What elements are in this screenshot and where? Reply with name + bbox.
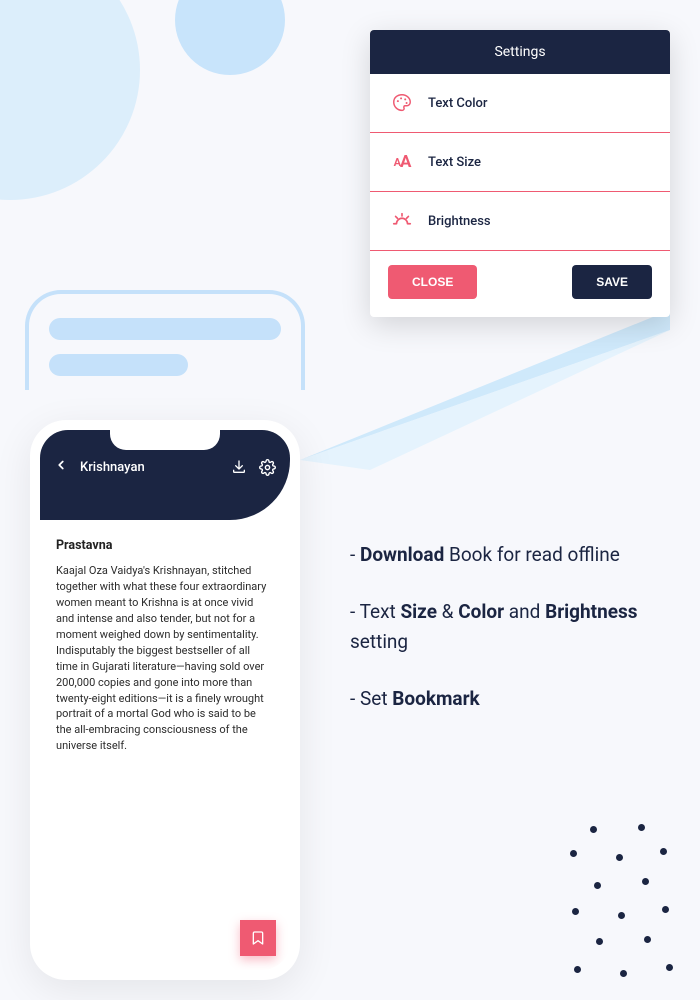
- settings-row-label: Brightness: [428, 214, 491, 229]
- back-icon[interactable]: [54, 458, 68, 476]
- settings-row-label: Text Size: [428, 155, 481, 170]
- dots-decoration: [560, 820, 680, 980]
- bookmark-button[interactable]: [240, 920, 276, 956]
- book-title: Krishnayan: [78, 460, 220, 475]
- connector-beam: [300, 310, 670, 470]
- text-size-icon: AA: [390, 151, 414, 173]
- reader-body: Prastavna Kaajal Oza Vaidya's Krishnayan…: [40, 520, 290, 772]
- settings-footer: CLOSE SAVE: [370, 251, 670, 317]
- bookmark-icon: [250, 930, 266, 946]
- chapter-title: Prastavna: [56, 538, 274, 553]
- phone-frame: Krishnayan Prastavna Kaajal Oza Vaidya's…: [30, 420, 300, 980]
- settings-row-brightness[interactable]: Brightness: [370, 192, 670, 251]
- settings-title: Settings: [370, 30, 670, 74]
- settings-row-text-color[interactable]: Text Color: [370, 74, 670, 133]
- settings-row-label: Text Color: [428, 96, 488, 111]
- save-button[interactable]: SAVE: [572, 265, 652, 299]
- close-button[interactable]: CLOSE: [388, 265, 477, 299]
- download-icon[interactable]: [230, 458, 248, 476]
- feature-bookmark: - Set Bookmark: [350, 684, 670, 713]
- phone-notch: [110, 430, 220, 450]
- gear-icon[interactable]: [258, 458, 276, 476]
- feature-list: - Download Book for read offline - Text …: [350, 540, 670, 742]
- feature-download: - Download Book for read offline: [350, 540, 670, 569]
- settings-row-text-size[interactable]: AA Text Size: [370, 133, 670, 192]
- settings-popup: Settings Text Color AA Text Size: [370, 30, 670, 317]
- brightness-icon: [390, 210, 414, 232]
- bg-circle-small: [175, 0, 285, 75]
- chapter-text: Kaajal Oza Vaidya's Krishnayan, stitched…: [56, 563, 274, 754]
- bg-circle-large: [0, 0, 140, 200]
- phone-outline-decoration: [25, 290, 305, 390]
- feature-text-settings: - Text Size & Color and Brightness setti…: [350, 597, 670, 656]
- palette-icon: [390, 92, 414, 114]
